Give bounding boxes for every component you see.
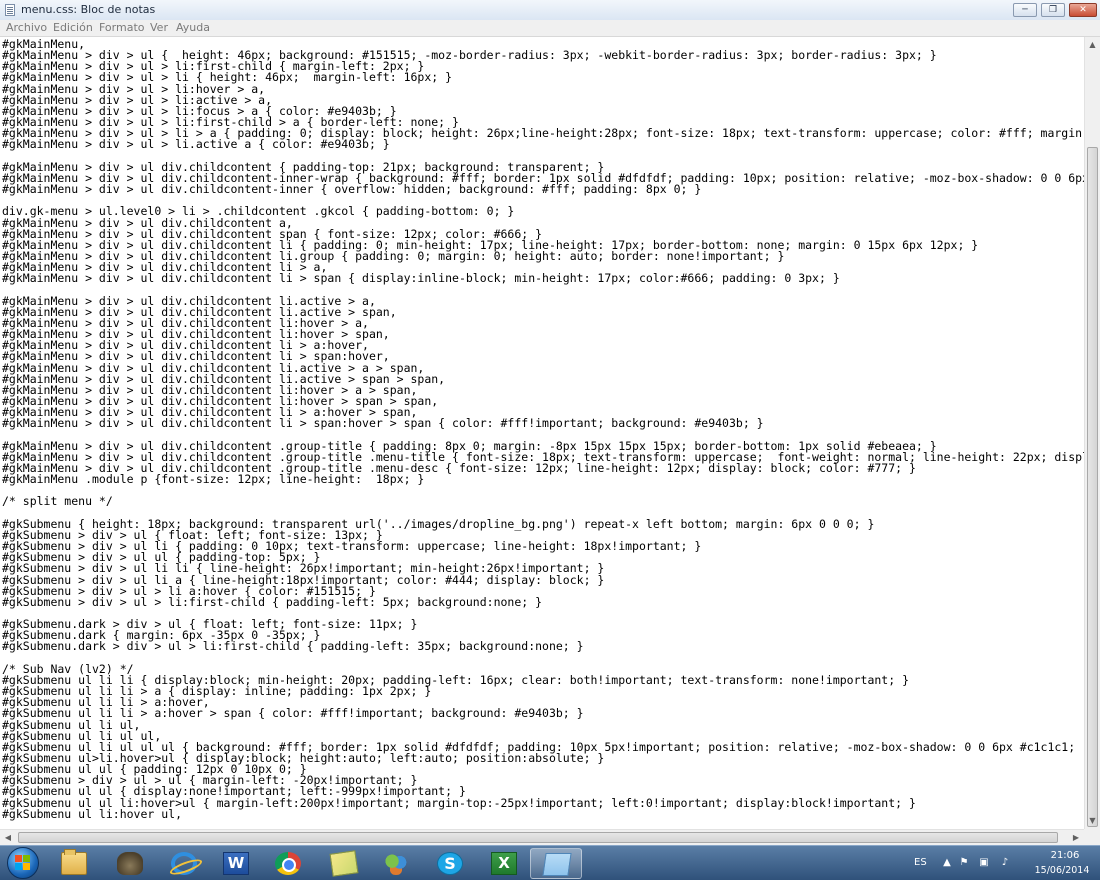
code-line-text: #gkMainMenu > div > ul div.childcontent …: [2, 271, 840, 286]
excel-icon: X: [491, 852, 517, 875]
code-line[interactable]: #gkSubmenu ul li ul,: [2, 719, 1084, 731]
code-line[interactable]: #gkMainMenu > div > ul div.childcontent-…: [2, 182, 1084, 197]
code-line-text: #gkMainMenu > div > ul div.childcontent-…: [2, 182, 702, 197]
code-line-text: /* split menu */: [2, 494, 113, 509]
language-indicator[interactable]: ES: [914, 857, 927, 868]
chrome-icon: [275, 852, 301, 875]
start-button[interactable]: [4, 846, 44, 880]
taskbar-excel-button[interactable]: X: [478, 848, 530, 879]
show-hidden-icons-arrow-icon[interactable]: ▲: [941, 857, 953, 869]
code-line[interactable]: #gkMainMenu > div > ul div.childcontent …: [2, 416, 1084, 431]
notepad-app-icon[interactable]: [5, 4, 15, 16]
taskbar-skype-button[interactable]: S: [424, 848, 476, 879]
menu-archivo[interactable]: Archivo: [6, 21, 47, 34]
vertical-scrollbar[interactable]: ▲ ▼: [1084, 37, 1100, 829]
code-line[interactable]: #gkMainMenu .module p {font-size: 12px; …: [2, 472, 1084, 487]
skype-icon: S: [437, 852, 463, 875]
title-bar[interactable]: menu.css: Bloc de notas ─ ❐ ✕: [0, 0, 1100, 21]
sticky-notes-icon: [329, 850, 359, 877]
scroll-right-arrow-icon[interactable]: ▶: [1068, 830, 1084, 845]
horizontal-scroll-thumb[interactable]: [18, 832, 1058, 843]
menu-formato[interactable]: Formato: [99, 21, 145, 34]
vertical-scroll-thumb[interactable]: [1087, 147, 1098, 827]
taskbar-chrome-button[interactable]: [262, 848, 314, 879]
code-line[interactable]: [2, 485, 1084, 496]
horizontal-scrollbar[interactable]: ◀ ▶: [0, 829, 1084, 845]
code-text[interactable]: #gkMainMenu, #gkMainMenu > div > ul { hei…: [2, 38, 1084, 821]
action-center-flag-icon[interactable]: ⚑: [958, 857, 970, 869]
window-title: menu.css: Bloc de notas: [21, 3, 156, 16]
internet-explorer-icon: [171, 852, 197, 875]
code-line-text: #gkSubmenu.dark > div > ul > li:first-ch…: [2, 639, 584, 654]
volume-icon[interactable]: ♪: [999, 857, 1011, 869]
taskbar-ie-button[interactable]: [158, 848, 210, 879]
word-icon: W: [223, 852, 249, 875]
taskbar-explorer-button[interactable]: [48, 848, 100, 879]
code-line-text: #gkMainMenu > div > ul div.childcontent …: [2, 416, 764, 431]
code-line[interactable]: #gkSubmenu.dark > div > ul > li:first-ch…: [2, 639, 1084, 654]
size-grip: [1084, 829, 1100, 845]
maximize-button[interactable]: ❐: [1041, 3, 1065, 17]
close-button[interactable]: ✕: [1069, 3, 1097, 17]
text-editor-area[interactable]: #gkMainMenu, #gkMainMenu > div > ul { hei…: [0, 37, 1084, 829]
windows-logo-icon: [15, 855, 31, 871]
notepad-icon: [542, 853, 572, 876]
code-line[interactable]: [2, 653, 1084, 664]
menu-bar: Archivo Edición Formato Ver Ayuda: [0, 20, 1100, 37]
taskbar-notepad-button[interactable]: [530, 848, 582, 879]
notepad-window: menu.css: Bloc de notas ─ ❐ ✕ Archivo Ed…: [0, 0, 1100, 845]
menu-ver[interactable]: Ver: [150, 21, 168, 34]
people-icon: [383, 852, 409, 875]
code-line-text: #gkSubmenu ul li:hover ul,: [2, 806, 183, 821]
code-line[interactable]: #gkSubmenu ul li li > a:hover > span { c…: [2, 708, 1084, 720]
clock-time[interactable]: 21:06: [1035, 850, 1095, 861]
code-line[interactable]: #gkSubmenu > div > ul > li:first-child {…: [2, 594, 1084, 609]
taskbar-gimp-button[interactable]: [104, 848, 156, 879]
code-line[interactable]: #gkMainMenu > div > ul div.childcontent …: [2, 271, 1084, 286]
scroll-down-arrow-icon[interactable]: ▼: [1085, 813, 1100, 829]
code-line-text: #gkMainMenu .module p {font-size: 12px; …: [2, 472, 425, 487]
code-line-text: #gkSubmenu > div > ul > li:first-child {…: [2, 594, 543, 609]
clock-date[interactable]: 15/06/2014: [1028, 865, 1096, 876]
minimize-button[interactable]: ─: [1013, 3, 1037, 17]
code-line[interactable]: /* split menu */: [2, 494, 1084, 509]
folder-icon: [61, 849, 87, 875]
taskbar-word-button[interactable]: W: [210, 848, 262, 879]
taskbar-sticky-notes-button[interactable]: [318, 848, 370, 879]
scroll-up-arrow-icon[interactable]: ▲: [1085, 37, 1100, 53]
code-line[interactable]: #gkMainMenu > div > ul > li.active a { c…: [2, 137, 1084, 152]
gimp-icon: [117, 852, 143, 875]
scroll-left-arrow-icon[interactable]: ◀: [0, 830, 16, 845]
taskbar-people-button[interactable]: [370, 848, 422, 879]
menu-ayuda[interactable]: Ayuda: [176, 21, 210, 34]
network-icon[interactable]: ▣: [978, 857, 990, 869]
taskbar: W S X ES ▲ ⚑ ▣ ♪ 21:06 15/06/2014: [0, 845, 1100, 880]
code-line[interactable]: #gkSubmenu ul li:hover ul,: [2, 806, 1084, 821]
code-line-text: #gkMainMenu > div > ul > li.active a { c…: [2, 137, 390, 152]
menu-edicion[interactable]: Edición: [53, 21, 93, 34]
